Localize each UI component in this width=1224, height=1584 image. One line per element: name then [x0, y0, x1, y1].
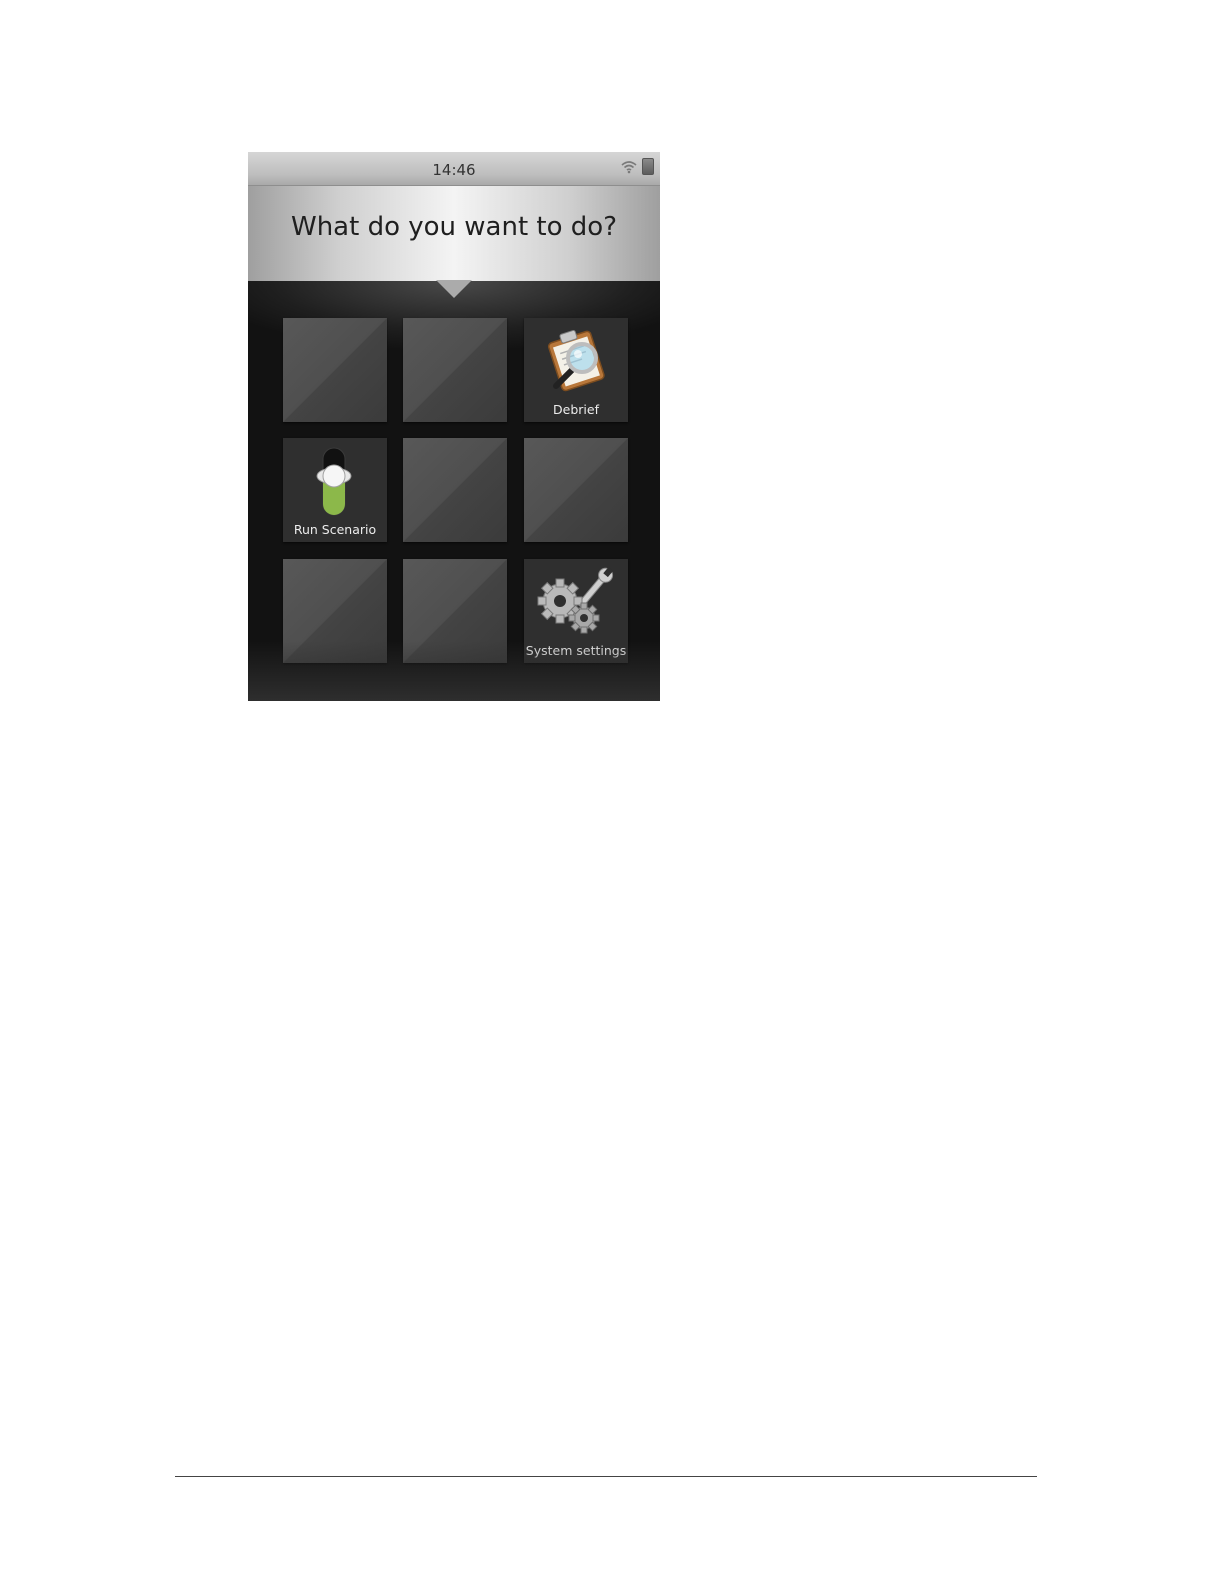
menu-grid: Debrief Run Scenario System settings [248, 281, 660, 701]
header-pointer [436, 280, 472, 298]
debrief-button[interactable]: Debrief [524, 318, 628, 422]
battery-icon [642, 158, 654, 175]
status-bar: 14:46 [248, 152, 660, 186]
gears-wrench-icon [537, 567, 614, 634]
footer-divider [175, 1476, 1037, 1477]
menu-tile-empty-5[interactable] [283, 559, 387, 663]
status-clock: 14:46 [432, 161, 476, 179]
run-scenario-button[interactable]: Run Scenario [283, 438, 387, 542]
menu-tile-empty-2[interactable] [403, 318, 507, 422]
tile-label-debrief: Debrief [553, 402, 599, 417]
menu-tile-empty-6[interactable] [403, 559, 507, 663]
menu-tile-empty-1[interactable] [283, 318, 387, 422]
tile-label-run-scenario: Run Scenario [293, 522, 377, 537]
wifi-icon [621, 161, 637, 174]
header-banner: What do you want to do? [248, 186, 660, 281]
menu-tile-empty-4[interactable] [524, 438, 628, 542]
device-screen: 14:46 What do you want to do? Debrief Ru… [248, 152, 660, 701]
tile-label-system-settings: System settings [525, 643, 627, 658]
page-title: What do you want to do? [290, 212, 617, 242]
menu-tile-empty-3[interactable] [403, 438, 507, 542]
system-settings-button[interactable]: System settings [524, 559, 628, 663]
